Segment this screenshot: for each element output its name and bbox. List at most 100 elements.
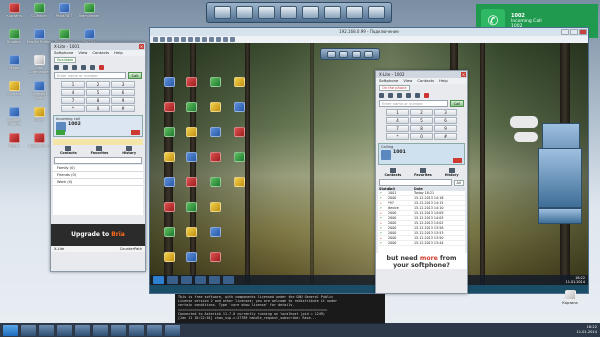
key-2[interactable]: 2 [86,81,110,88]
key-star[interactable]: * [61,105,85,112]
dock-item-icon[interactable] [351,50,361,58]
key-hash[interactable]: # [111,105,135,112]
mute-icon[interactable] [81,65,86,70]
vm-desktop-shortcut[interactable] [226,102,252,113]
menu-view[interactable]: View [403,78,412,84]
menu-help[interactable]: Help [114,50,123,56]
key-9[interactable]: 9 [434,125,457,132]
key-4[interactable]: 4 [386,117,409,124]
tool-icon[interactable] [188,37,193,42]
softphone-ad[interactable]: but need more from your softphone? [376,253,467,269]
taskbar-app[interactable] [165,324,180,336]
menu-view[interactable]: View [78,50,87,56]
close-icon[interactable]: × [139,44,144,49]
desktop-shortcut[interactable]: Teamviewer [76,3,102,18]
key-5[interactable]: 5 [410,117,433,124]
vm-desktop-shortcut[interactable] [226,77,252,88]
vm-desktop-shortcut[interactable] [202,77,228,88]
vm-desktop-shortcut[interactable] [178,77,204,88]
key-0[interactable]: 0 [410,133,433,140]
maximize-icon[interactable] [570,29,578,35]
phone-icon[interactable] [397,93,402,98]
key-6[interactable]: 6 [434,117,457,124]
taskbar-word[interactable] [129,324,144,336]
tab-favorites[interactable]: Favorites [91,146,108,155]
menu-contacts[interactable]: Contacts [417,78,434,84]
mail-icon[interactable] [379,93,384,98]
dock-item-icon[interactable] [326,50,336,58]
vm-desktop-shortcut[interactable] [202,102,228,113]
tab-history[interactable]: History [122,146,136,155]
desktop-shortcut[interactable]: Dropbox [1,29,27,44]
vm-desktop-shortcut[interactable] [202,227,228,238]
tool-icon[interactable] [209,37,214,42]
dial-input[interactable]: Enter name or number [379,100,448,107]
upgrade-banner[interactable]: Upgrade to Bria [51,224,145,246]
key-6[interactable]: 6 [111,89,135,96]
vm-desktop-shortcut[interactable] [178,127,204,138]
desktop-shortcut[interactable]: Mozilla Firefox [26,29,52,44]
group-friends[interactable]: Friends (0) [53,172,143,179]
vm-desktop-shortcut[interactable] [202,252,228,263]
availability-select[interactable]: On the phone [379,85,410,91]
tab-favorites[interactable]: Favorites [414,168,432,177]
contact-search-input[interactable] [54,157,142,164]
taskbar-explorer[interactable] [21,324,36,336]
speaker-icon[interactable] [90,65,95,70]
dock-item-icon[interactable] [367,6,385,19]
dock-item-icon[interactable] [323,6,341,19]
key-1[interactable]: 1 [61,81,85,88]
minimize-icon[interactable] [561,29,569,35]
vm-desktop-shortcut[interactable] [202,152,228,163]
dock-item-icon[interactable] [235,6,253,19]
dock-item-icon[interactable] [301,6,319,19]
tool-icon[interactable] [181,37,186,42]
desktop-shortcut[interactable]: Excel [26,107,52,122]
vm-desktop-shortcut[interactable] [226,127,252,138]
menu-contacts[interactable]: Contacts [92,50,109,56]
answer-button[interactable] [56,130,65,135]
vm-desktop-shortcut[interactable] [202,127,228,138]
taskbar-skype[interactable] [57,324,72,336]
vm-desktop-shortcut[interactable] [178,102,204,113]
taskbar-app[interactable] [181,276,192,284]
key-3[interactable]: 3 [111,81,135,88]
desktop-shortcut[interactable]: Opera [1,133,27,148]
vm-desktop-shortcut[interactable] [202,202,228,213]
taskbar-app[interactable] [209,276,220,284]
key-9[interactable]: 9 [111,97,135,104]
desktop-shortcut[interactable]: Microsoft Word [26,81,52,100]
close-icon[interactable] [579,29,587,35]
vm-desktop-shortcut[interactable] [178,252,204,263]
tool-icon[interactable] [174,37,179,42]
desktop-shortcut[interactable]: Notepad++ [26,133,52,148]
taskbar-app[interactable] [223,276,234,284]
dock-item-icon[interactable] [364,50,374,58]
tool-icon[interactable] [230,37,235,42]
dock-item-icon[interactable] [279,6,297,19]
dock-item-icon[interactable] [339,50,349,58]
call-button[interactable]: Call [128,72,142,79]
video-icon[interactable] [63,65,68,70]
vm-desktop-shortcut[interactable] [202,177,228,188]
start-button[interactable] [153,276,164,284]
key-3[interactable]: 3 [434,109,457,116]
tool-icon[interactable] [216,37,221,42]
taskbar-app[interactable] [195,276,206,284]
desktop-shortcut[interactable]: Paint.NET [51,3,77,18]
key-5[interactable]: 5 [86,89,110,96]
decline-button[interactable] [131,130,140,135]
taskbar-app[interactable] [147,324,162,336]
menu-help[interactable]: Help [439,78,448,84]
vm-desktop-shortcut[interactable] [226,177,252,188]
desktop-shortcut[interactable]: uTorrent [1,81,27,96]
tool-icon[interactable] [153,37,158,42]
desktop-shortcut[interactable]: Skype [1,55,27,70]
end-call-button[interactable] [453,158,462,163]
group-family[interactable]: Family (0) [53,165,143,172]
menu-softphone[interactable]: Softphone [379,78,398,84]
record-icon[interactable] [424,93,429,98]
dock-item-icon[interactable] [345,6,363,19]
tool-icon[interactable] [167,37,172,42]
key-2[interactable]: 2 [410,109,433,116]
